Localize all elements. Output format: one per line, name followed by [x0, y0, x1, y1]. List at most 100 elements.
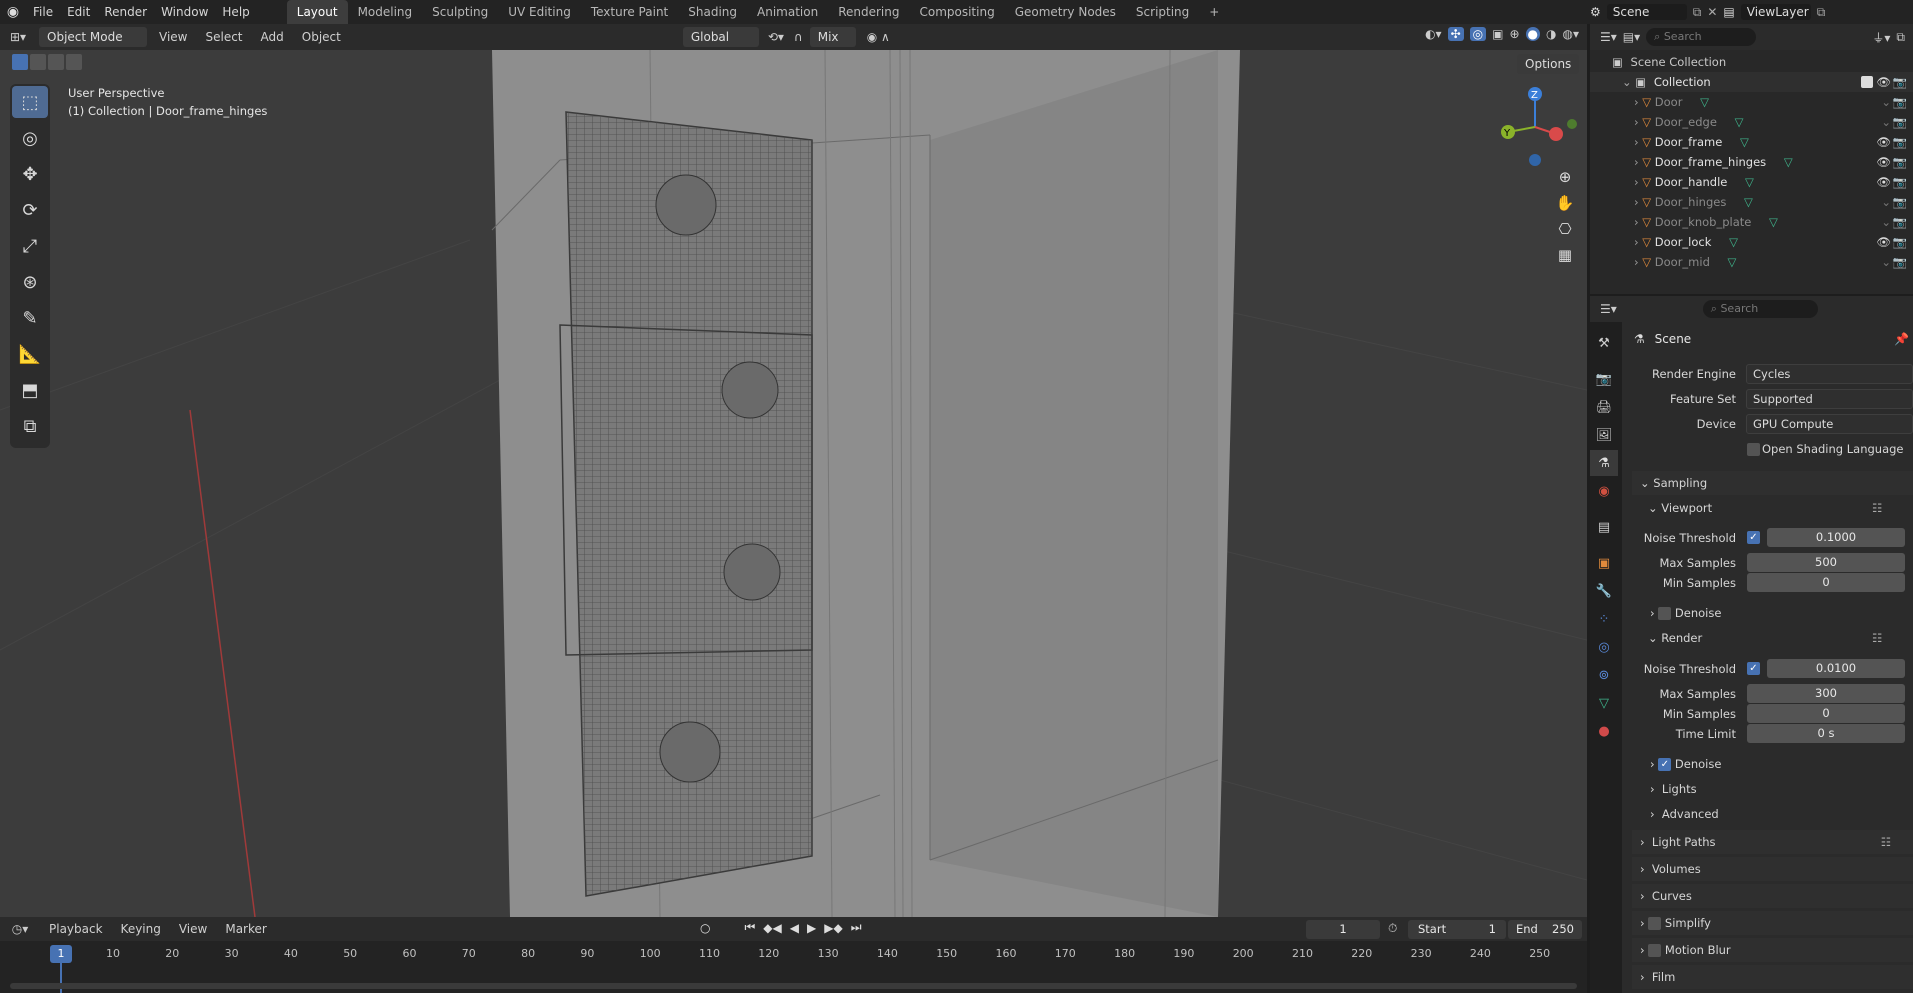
- view-layer-icon[interactable]: ▤: [1723, 5, 1734, 19]
- advanced-row[interactable]: › Advanced: [1650, 804, 1719, 824]
- menu-help[interactable]: Help: [215, 0, 256, 24]
- chevron-down-icon[interactable]: ⌄: [1622, 75, 1632, 89]
- menu-render[interactable]: Render: [97, 0, 154, 24]
- menu-edit[interactable]: Edit: [60, 0, 97, 24]
- view-layer-tab-icon[interactable]: 🖼: [1590, 422, 1618, 448]
- mesh-data-icon[interactable]: ▽: [1769, 215, 1778, 229]
- rotate-icon[interactable]: ⟳: [12, 194, 48, 226]
- add-cube-icon[interactable]: ⬒: [12, 374, 48, 406]
- film-section[interactable]: › Film: [1632, 965, 1913, 989]
- solid-shading-icon[interactable]: ●: [1525, 27, 1541, 41]
- tab-shading[interactable]: Shading: [678, 0, 747, 24]
- menu-timeline-view[interactable]: View: [170, 916, 216, 942]
- render-camera-icon[interactable]: 📷: [1893, 132, 1907, 152]
- camera-view-icon[interactable]: ⎔: [1558, 220, 1571, 238]
- osl-checkbox[interactable]: [1747, 443, 1760, 456]
- vp-denoise-row[interactable]: › Denoise: [1650, 603, 1721, 623]
- menu-marker[interactable]: Marker: [216, 916, 275, 942]
- menu-select[interactable]: Select: [196, 24, 251, 50]
- start-frame-field[interactable]: Start 1: [1408, 920, 1506, 939]
- motion-blur-section[interactable]: › Motion Blur: [1632, 938, 1913, 962]
- scale-icon[interactable]: ⤢: [12, 230, 48, 262]
- rendered-shading-icon[interactable]: ◍▾: [1563, 27, 1580, 41]
- scene-selector[interactable]: Scene: [1606, 4, 1687, 20]
- select-extend-icon[interactable]: [30, 54, 46, 70]
- outliner-item[interactable]: › ▽ Door_edge ▽ ⌄ 📷: [1590, 112, 1913, 132]
- select-intersect-icon[interactable]: [66, 54, 82, 70]
- volumes-section[interactable]: › Volumes: [1632, 857, 1913, 881]
- chevron-right-icon[interactable]: ›: [1634, 95, 1639, 109]
- vp-min-field[interactable]: 0: [1747, 573, 1905, 592]
- collection-row[interactable]: ⌄ ▣ Collection 👁 📷: [1590, 72, 1913, 92]
- timeline-editor-icon[interactable]: ◷▾: [0, 922, 40, 936]
- collection-tab-icon[interactable]: ▤: [1590, 514, 1618, 540]
- outliner-item[interactable]: › ▽ Door_hinges ▽ ⌄ 📷: [1590, 192, 1913, 212]
- options-button[interactable]: Options: [1514, 54, 1582, 74]
- r-min-field[interactable]: 0: [1747, 704, 1905, 723]
- navigation-gizmo[interactable]: Z Y: [1490, 82, 1580, 172]
- mesh-data-icon[interactable]: ▽: [1745, 175, 1754, 189]
- select-new-icon[interactable]: [12, 54, 28, 70]
- collection-camera-icon[interactable]: 📷: [1893, 72, 1907, 92]
- list-icon[interactable]: ☷: [1881, 830, 1891, 854]
- menu-object[interactable]: Object: [293, 24, 350, 50]
- outliner-item[interactable]: › ▽ Door_mid ▽ ⌄ 📷: [1590, 252, 1913, 272]
- outliner-item[interactable]: › ▽ Door ▽ ⌄ 📷: [1590, 92, 1913, 112]
- play-icon[interactable]: ▶: [807, 921, 816, 935]
- tab-animation[interactable]: Animation: [747, 0, 828, 24]
- simplify-checkbox[interactable]: [1648, 917, 1662, 930]
- visibility-eye-icon[interactable]: ⌄: [1881, 252, 1891, 272]
- select-subtract-icon[interactable]: [48, 54, 64, 70]
- outliner-item[interactable]: › ▽ Door_knob_plate ▽ ⌄ 📷: [1590, 212, 1913, 232]
- chevron-right-icon[interactable]: ›: [1634, 195, 1639, 209]
- jump-start-icon[interactable]: ⏮: [744, 920, 755, 935]
- chevron-right-icon[interactable]: ›: [1634, 255, 1639, 269]
- constraints-tab-icon[interactable]: ⊚: [1590, 662, 1618, 688]
- next-keyframe-icon[interactable]: ▶◆: [824, 921, 842, 935]
- mesh-data-icon[interactable]: ▽: [1700, 95, 1709, 109]
- chevron-right-icon[interactable]: ›: [1634, 215, 1639, 229]
- render-camera-icon[interactable]: 📷: [1893, 152, 1907, 172]
- tab-sculpting[interactable]: Sculpting: [422, 0, 498, 24]
- annotate-icon[interactable]: ✎: [12, 302, 48, 334]
- feature-set-dropdown[interactable]: Supported: [1746, 389, 1913, 409]
- render-camera-icon[interactable]: 📷: [1893, 112, 1907, 132]
- simplify-section[interactable]: › Simplify: [1632, 911, 1913, 935]
- tab-geometry-nodes[interactable]: Geometry Nodes: [1005, 0, 1126, 24]
- curves-section[interactable]: › Curves: [1632, 884, 1913, 908]
- particles-tab-icon[interactable]: ⁘: [1590, 606, 1618, 632]
- collection-eye-icon[interactable]: 👁: [1876, 72, 1891, 92]
- material-shading-icon[interactable]: ◑: [1546, 27, 1556, 41]
- sampling-section[interactable]: ⌄ Sampling: [1632, 471, 1913, 495]
- menu-playback[interactable]: Playback: [40, 916, 112, 942]
- object-tab-icon[interactable]: ▣: [1590, 550, 1618, 576]
- menu-window[interactable]: Window: [154, 0, 215, 24]
- motion-blur-checkbox[interactable]: [1648, 944, 1662, 957]
- mesh-data-icon[interactable]: ▽: [1740, 135, 1749, 149]
- vp-noise-field[interactable]: 0.1000: [1767, 528, 1905, 547]
- cursor-icon[interactable]: ◎: [12, 122, 48, 154]
- visibility-icon[interactable]: ◐▾: [1425, 27, 1442, 41]
- r-time-field[interactable]: 0 s: [1747, 724, 1905, 743]
- editor-type-icon[interactable]: ⊞▾: [0, 30, 36, 44]
- pin-icon[interactable]: 📌: [1894, 328, 1909, 350]
- pivot-icon[interactable]: ⟲▾: [762, 30, 790, 44]
- visibility-eye-icon[interactable]: ⌄: [1881, 112, 1891, 132]
- move-icon[interactable]: ✥: [12, 158, 48, 190]
- outliner-item[interactable]: › ▽ Door_frame_hinges ▽ 👁 📷: [1590, 152, 1913, 172]
- tab-compositing[interactable]: Compositing: [909, 0, 1004, 24]
- render-camera-icon[interactable]: 📷: [1893, 232, 1907, 252]
- scene-icon[interactable]: ⚙: [1590, 5, 1601, 19]
- vp-max-field[interactable]: 500: [1747, 553, 1905, 572]
- snap-dropdown[interactable]: Mix: [809, 27, 856, 47]
- mesh-data-icon[interactable]: ▽: [1784, 155, 1793, 169]
- wireframe-shading-icon[interactable]: ⊕: [1509, 27, 1519, 41]
- world-tab-icon[interactable]: ◉: [1590, 478, 1618, 504]
- render-camera-icon[interactable]: 📷: [1893, 252, 1907, 272]
- outliner-item[interactable]: › ▽ Door_handle ▽ 👁 📷: [1590, 172, 1913, 192]
- clock-icon[interactable]: ⏱: [1388, 921, 1397, 936]
- chevron-right-icon[interactable]: ›: [1634, 175, 1639, 189]
- render-tab-icon[interactable]: 📷: [1590, 366, 1618, 392]
- visibility-eye-icon[interactable]: 👁: [1876, 132, 1891, 152]
- timeline-scrollbar[interactable]: [10, 983, 1577, 989]
